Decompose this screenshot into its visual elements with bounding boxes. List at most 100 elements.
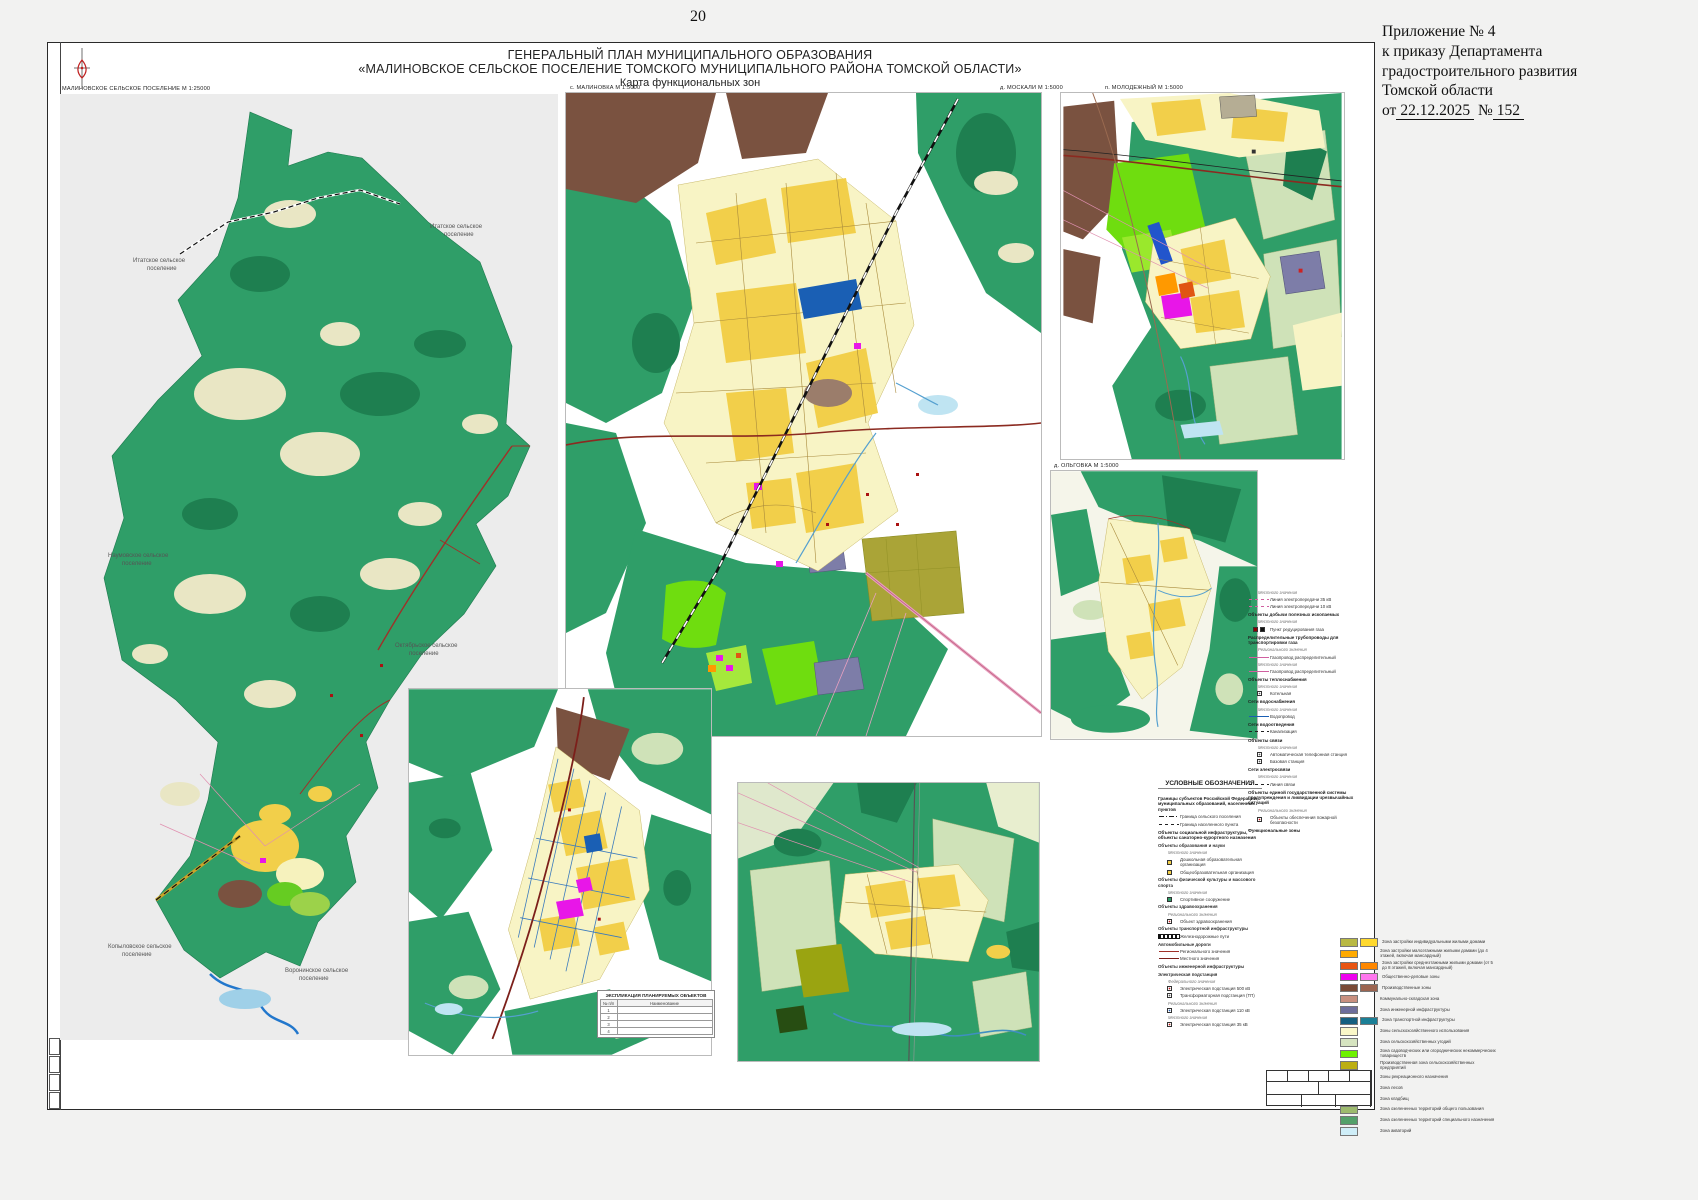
legend-zone-row: Производственные зоны bbox=[1340, 984, 1498, 993]
zarechny-map bbox=[738, 783, 1039, 1061]
legend-symbol-sq-red-black bbox=[1248, 627, 1270, 632]
legend-symbol-line-dash bbox=[1158, 824, 1180, 825]
legend-header: Объекты теплоснабжения bbox=[1248, 677, 1364, 682]
zone-swatch bbox=[1340, 950, 1376, 959]
zone-swatch bbox=[1340, 938, 1378, 947]
annex-line: к приказу Департамента bbox=[1382, 42, 1582, 62]
legend-header: Объекты здравоохранения bbox=[1158, 904, 1260, 909]
margin-box bbox=[49, 1074, 60, 1091]
legend-entry-label: Общеобразовательная организация bbox=[1180, 870, 1260, 875]
legend-entry-label: Газопровод распределительный bbox=[1270, 669, 1364, 674]
legend-symbol-line-dashdot bbox=[1158, 816, 1180, 817]
annex-no-label: № bbox=[1478, 102, 1493, 119]
legend-column-left: Границы субъектов Российской Федерации, … bbox=[1158, 793, 1260, 1029]
stamp-cell bbox=[1302, 1095, 1337, 1107]
legend-zones-column: Зона застройки индивидуальными жилыми до… bbox=[1340, 936, 1498, 1138]
neighbor-settlement-label: Воронинское сельское bbox=[285, 968, 349, 974]
zone-label: Производственные зоны bbox=[1378, 986, 1431, 991]
stamp-cell bbox=[1319, 1082, 1371, 1094]
explication-row-name bbox=[617, 1007, 712, 1014]
legend-symbol-sq-red bbox=[1158, 919, 1180, 924]
stamp-cell bbox=[1288, 1071, 1309, 1081]
zone-label: Зона озелененных территорий специального… bbox=[1376, 1118, 1494, 1123]
zone-label: Зона застройки среднеэтажными жилыми дом… bbox=[1378, 961, 1498, 970]
legend-row: Регионального значения bbox=[1158, 949, 1260, 954]
legend-header: Сети водоснабжения bbox=[1248, 699, 1364, 704]
legend-row: Общеобразовательная организация bbox=[1158, 870, 1260, 875]
legend-zone-row: Зона застройки среднеэтажными жилыми дом… bbox=[1340, 961, 1498, 970]
olgovka-panel-label: д. ОЛЬГОВКА М 1:5000 bbox=[1054, 463, 1119, 469]
legend-subheader: Местного значения bbox=[1258, 619, 1364, 624]
zone-swatch bbox=[1340, 962, 1378, 971]
annex-line: Томской области bbox=[1382, 81, 1582, 101]
zone-swatch bbox=[1340, 995, 1376, 1004]
legend-subheader: Федерального значения bbox=[1168, 979, 1260, 984]
legend-subheader: Местного значения bbox=[1258, 745, 1364, 750]
zone-label: Зона кладбищ bbox=[1376, 1097, 1409, 1102]
legend-entry-label: Регионального значения bbox=[1180, 949, 1260, 954]
legend-header: Объекты физической культуры и массового … bbox=[1158, 877, 1260, 888]
legend-row: Трансформаторная подстанция (ТП) bbox=[1158, 993, 1260, 998]
annex-date: 22.12.2025 bbox=[1396, 102, 1474, 120]
legend-symbol-line-pink-dash bbox=[1248, 606, 1270, 607]
explication-table: ЭКСПЛИКАЦИЯ ПЛАНИРУЕМЫХ ОБЪЕКТОВ № п/п Н… bbox=[597, 990, 715, 1038]
legend-subheader: Местного значения bbox=[1258, 774, 1364, 779]
legend-symbol-line-dash bbox=[1248, 731, 1270, 732]
zone-label: Зона застройки малоэтажными жилыми домам… bbox=[1376, 949, 1498, 958]
title-line-2: «МАЛИНОВСКОЕ СЕЛЬСКОЕ ПОСЕЛЕНИЕ ТОМСКОГО… bbox=[340, 62, 1040, 76]
molodezhny-panel-label: п. МОЛОДЕЖНЫЙ М 1:5000 bbox=[1105, 85, 1183, 91]
main-title: ГЕНЕРАЛЬНЫЙ ПЛАН МУНИЦИПАЛЬНОГО ОБРАЗОВА… bbox=[340, 48, 1040, 89]
annex-annotation: Приложение № 4 к приказу Департамента гр… bbox=[1382, 22, 1582, 121]
zone-swatch bbox=[1340, 1127, 1376, 1136]
legend-header: Сети водоотведения bbox=[1248, 722, 1364, 727]
legend-header: Объекты добычи полезных ископаемых bbox=[1248, 612, 1364, 617]
explication-row: 3 bbox=[600, 1021, 712, 1028]
margin-box bbox=[49, 1056, 60, 1073]
legend-subheader: Местного значения bbox=[1168, 1015, 1260, 1020]
annex-number: 152 bbox=[1493, 102, 1524, 120]
legend-subheader: Регионального значения bbox=[1258, 647, 1364, 652]
legend-symbol-line-blue bbox=[1248, 716, 1270, 717]
legend-symbol-sq-grey bbox=[1248, 691, 1270, 696]
legend-entry-label: Пункт редуцирования газа bbox=[1270, 627, 1364, 632]
neighbor-settlement-label: поселение bbox=[122, 952, 152, 958]
legend-zone-row: Коммунально-складская зона bbox=[1340, 995, 1498, 1004]
legend-symbol-line-pink bbox=[1248, 671, 1270, 672]
legend-subheader: Местного значения bbox=[1258, 590, 1364, 595]
legend-row: Водопровод bbox=[1248, 714, 1364, 719]
legend-row: Базовая станция bbox=[1248, 759, 1364, 764]
legend-symbol-sq-yellow bbox=[1158, 860, 1180, 865]
legend-entry-label: Электрическая подстанция 500 кВ bbox=[1180, 986, 1260, 991]
explication-row-name bbox=[617, 1021, 712, 1028]
explication-row: 1 bbox=[600, 1007, 712, 1014]
zone-label: Зоны сельскохозяйственного использования bbox=[1376, 1029, 1469, 1034]
legend-zone-row: Зона садоводческих или огороднических не… bbox=[1340, 1049, 1498, 1058]
annex-line: от22.12.2025 №152 bbox=[1382, 101, 1582, 121]
zone-label: Зона сельскохозяйственных угодий bbox=[1376, 1040, 1451, 1045]
legend-zone-row: Зона озелененных территорий специального… bbox=[1340, 1116, 1498, 1125]
legend-row: Местного значения bbox=[1158, 956, 1260, 961]
legend-row: Дошкольная образовательная организация bbox=[1158, 857, 1260, 867]
app-canvas: { "page": { "number": "20", "annex": { "… bbox=[0, 0, 1698, 1200]
title-line-1: ГЕНЕРАЛЬНЫЙ ПЛАН МУНИЦИПАЛЬНОГО ОБРАЗОВА… bbox=[340, 48, 1040, 62]
legend-header: Границы субъектов Российской Федерации, … bbox=[1158, 796, 1260, 812]
legend-zone-row: Зона транспортной инфраструктуры bbox=[1340, 1017, 1498, 1026]
neighbor-settlement-label: поселение bbox=[122, 561, 152, 567]
legend-subheader: Регионального значения bbox=[1168, 1001, 1260, 1006]
stamp-cell bbox=[1267, 1082, 1319, 1094]
legend-zone-row: Зона инженерной инфраструктуры bbox=[1340, 1006, 1498, 1015]
legend-symbol-line-red bbox=[1158, 951, 1180, 952]
neighbor-settlement-label: Наумовское сельское bbox=[108, 553, 169, 559]
olgovka-map bbox=[1051, 471, 1257, 739]
legend-symbol-sq-blue bbox=[1158, 1008, 1180, 1013]
zone-label: Зона лесов bbox=[1376, 1086, 1403, 1091]
molodezhny-map bbox=[1061, 93, 1344, 459]
legend-zone-row: Зоны сельскохозяйственного использования bbox=[1340, 1027, 1498, 1036]
legend-symbol-sq-yellow bbox=[1158, 870, 1180, 875]
stamp-cell bbox=[1350, 1071, 1371, 1081]
legend-header: Функциональные зоны bbox=[1248, 828, 1364, 833]
explication-row-name bbox=[617, 1014, 712, 1021]
legend-symbol-line-pink bbox=[1248, 657, 1270, 658]
zone-swatch bbox=[1340, 1006, 1376, 1015]
legend-entry-label: Автоматическая телефонная станция bbox=[1270, 752, 1364, 757]
